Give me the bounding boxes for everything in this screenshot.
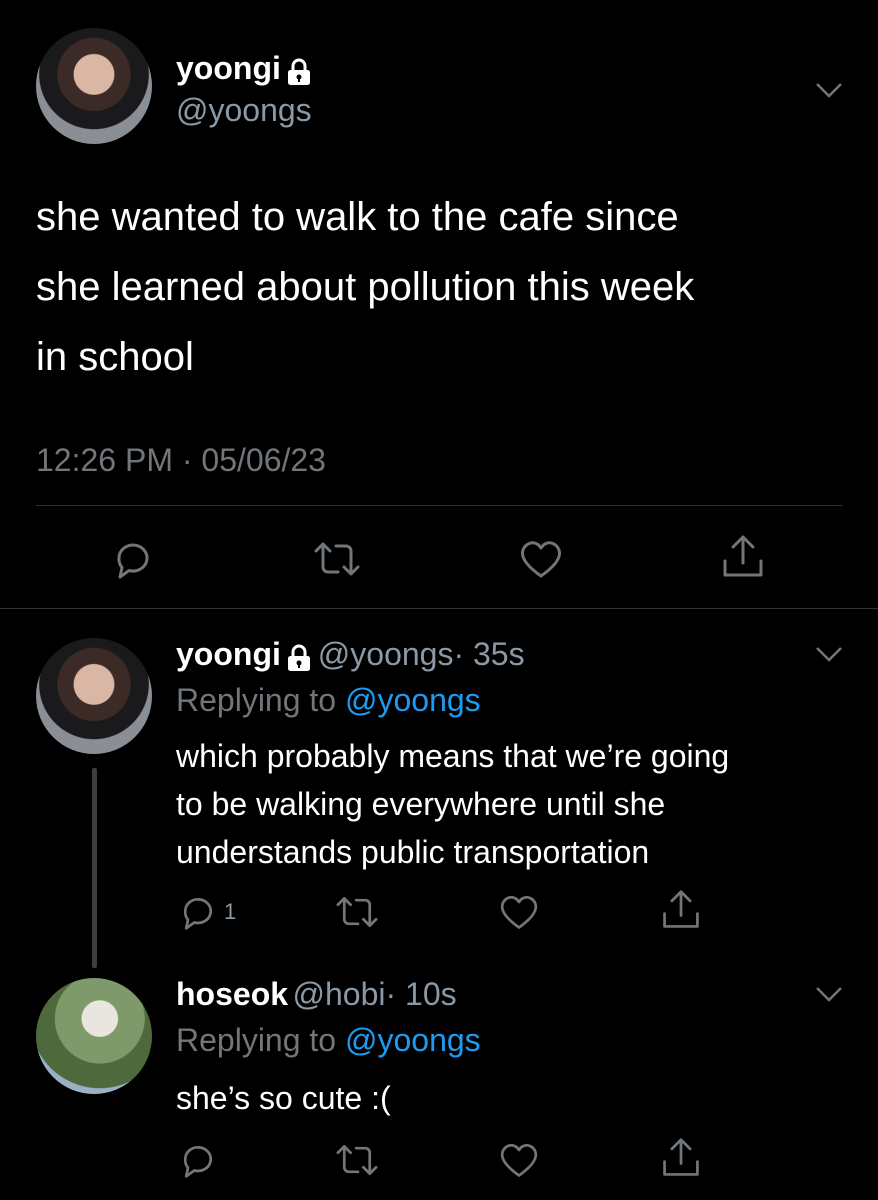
share-icon[interactable] bbox=[660, 888, 702, 932]
avatar[interactable] bbox=[36, 28, 152, 144]
lock-icon bbox=[285, 57, 313, 92]
reply-icon[interactable] bbox=[178, 892, 218, 932]
author-name-row: yoongi bbox=[176, 50, 313, 92]
reply-header: yoongi @yoongs· 35s bbox=[176, 636, 525, 678]
tweet-text-line: she wanted to walk to the cafe since bbox=[36, 195, 679, 239]
chevron-down-icon[interactable] bbox=[815, 986, 843, 1002]
handle[interactable]: @yoongs bbox=[318, 636, 454, 672]
replying-to-link[interactable]: @yoongs bbox=[345, 1022, 481, 1058]
replying-to-label: Replying to bbox=[176, 682, 337, 718]
tweet-text-line: in school bbox=[36, 335, 194, 379]
retweet-icon[interactable] bbox=[334, 1140, 380, 1180]
like-icon[interactable] bbox=[518, 537, 564, 581]
display-name[interactable]: yoongi bbox=[176, 636, 281, 672]
reply-count: 1 bbox=[224, 899, 237, 924]
thread-line bbox=[92, 768, 97, 968]
replying-to: Replying to @yoongs bbox=[176, 1022, 481, 1059]
reply-button[interactable]: 1 bbox=[178, 892, 236, 932]
avatar[interactable] bbox=[36, 978, 152, 1094]
reply-text-line: she’s so cute :( bbox=[176, 1080, 391, 1116]
chevron-down-icon[interactable] bbox=[815, 82, 843, 98]
display-name[interactable]: hoseok bbox=[176, 976, 288, 1012]
reply-text-line: to be walking everywhere until she bbox=[176, 786, 666, 822]
reply-icon[interactable] bbox=[178, 1140, 218, 1180]
retweet-icon[interactable] bbox=[334, 892, 380, 932]
retweet-icon[interactable] bbox=[312, 537, 362, 581]
chevron-down-icon[interactable] bbox=[815, 646, 843, 662]
avatar[interactable] bbox=[36, 638, 152, 754]
divider bbox=[0, 608, 878, 609]
reply-time: · 35s bbox=[453, 636, 525, 672]
lock-icon bbox=[285, 643, 313, 678]
replying-to-label: Replying to bbox=[176, 1022, 337, 1058]
like-icon[interactable] bbox=[498, 892, 540, 932]
reply-time: · 10s bbox=[385, 976, 457, 1012]
share-icon[interactable] bbox=[720, 533, 766, 581]
tweet-text: she wanted to walk to the cafe since she… bbox=[36, 182, 856, 392]
replying-to-link[interactable]: @yoongs bbox=[345, 682, 481, 718]
reply-text-line: which probably means that we’re going bbox=[176, 738, 730, 774]
reply-icon[interactable] bbox=[111, 537, 155, 581]
handle[interactable]: @hobi bbox=[292, 976, 385, 1012]
handle[interactable]: @yoongs bbox=[176, 92, 312, 129]
tweet-text-line: she learned about pollution this week bbox=[36, 265, 695, 309]
divider bbox=[36, 505, 842, 506]
display-name[interactable]: yoongi bbox=[176, 50, 281, 86]
reply-text: she’s so cute :( bbox=[176, 1074, 856, 1122]
share-icon[interactable] bbox=[660, 1136, 702, 1180]
reply-header: hoseok @hobi· 10s bbox=[176, 976, 457, 1013]
reply-text: which probably means that we’re going to… bbox=[176, 732, 856, 876]
like-icon[interactable] bbox=[498, 1140, 540, 1180]
replying-to: Replying to @yoongs bbox=[176, 682, 481, 719]
timestamp[interactable]: 12:26 PM · 05/06/23 bbox=[36, 442, 326, 479]
reply-text-line: understands public transportation bbox=[176, 834, 650, 870]
